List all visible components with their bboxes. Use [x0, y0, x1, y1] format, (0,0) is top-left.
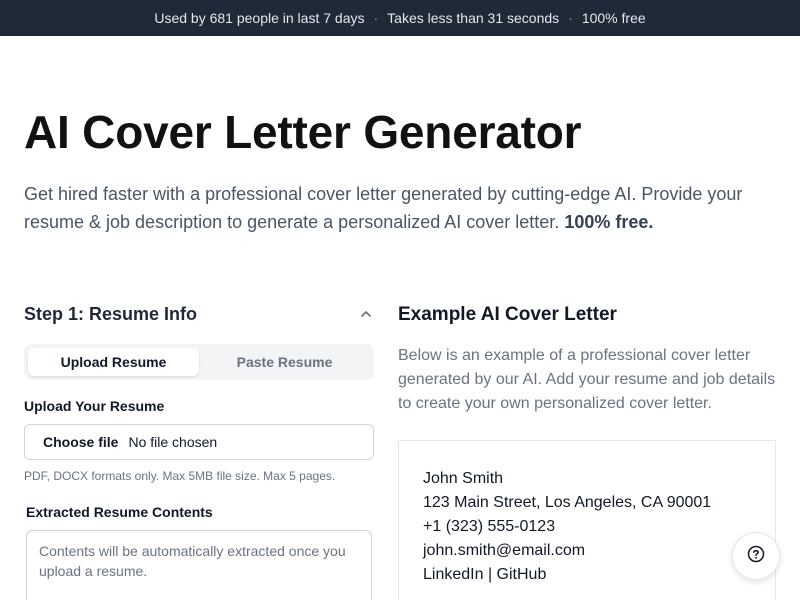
- separator: ·: [373, 10, 379, 26]
- upload-label: Upload Your Resume: [24, 398, 165, 414]
- extracted-contents-label: Extracted Resume Contents: [26, 504, 213, 520]
- letter-address: 123 Main Street, Los Angeles, CA 90001: [423, 494, 712, 511]
- example-description: Below is an example of a professional co…: [398, 347, 776, 412]
- page-subtitle: Get hired faster with a professional cov…: [24, 180, 784, 236]
- help-icon: [747, 545, 765, 568]
- separator: ·: [568, 10, 573, 26]
- example-title: Example AI Cover Letter: [398, 304, 617, 325]
- help-button[interactable]: [732, 532, 780, 580]
- announcement-bar: Used by 681 people in last 7 days · Take…: [0, 0, 800, 36]
- tab-paste-resume[interactable]: Paste Resume: [199, 348, 370, 376]
- letter-name: John Smith: [423, 470, 504, 487]
- letter-links: LinkedIn | GitHub: [423, 566, 547, 583]
- usage-stat: Used by 681 people in last 7 days: [154, 10, 365, 26]
- page-title: AI Cover Letter Generator: [24, 106, 582, 158]
- extracted-contents-textarea[interactable]: Contents will be automatically extracted…: [26, 530, 372, 600]
- price-stat: 100% free: [581, 10, 646, 26]
- chevron-up-icon[interactable]: [358, 306, 374, 322]
- letter-email: john.smith@email.com: [423, 542, 586, 559]
- file-status: No file chosen: [128, 434, 218, 450]
- choose-file-button[interactable]: Choose file: [43, 434, 118, 450]
- speed-stat: Takes less than 31 seconds: [387, 10, 560, 26]
- resume-input-tabs: Upload Resume Paste Resume: [24, 344, 374, 380]
- example-letter: John Smith 123 Main Street, Los Angeles,…: [398, 440, 776, 600]
- file-format-hint: PDF, DOCX formats only. Max 5MB file siz…: [24, 469, 336, 483]
- resume-file-input[interactable]: Choose file No file chosen: [24, 424, 374, 460]
- step1-title: Step 1: Resume Info: [24, 304, 198, 324]
- tab-upload-resume[interactable]: Upload Resume: [28, 348, 199, 376]
- letter-phone: +1 (323) 555-0123: [423, 518, 556, 535]
- subtitle-emphasis: 100% free.: [564, 212, 654, 232]
